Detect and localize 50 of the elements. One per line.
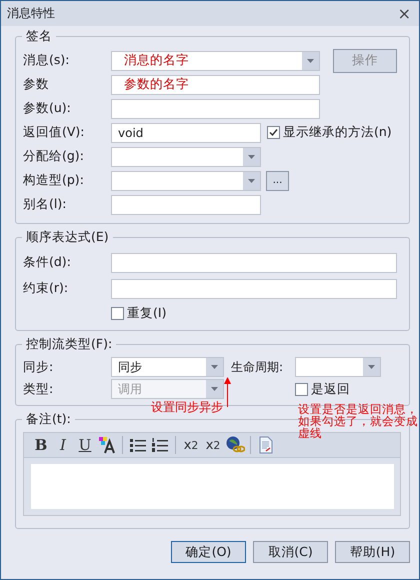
checkbox[interactable] — [295, 382, 308, 396]
bold-button[interactable]: B — [30, 434, 52, 456]
underline-button[interactable]: U — [74, 434, 96, 456]
dropdown-field[interactable] — [295, 357, 381, 377]
field-label: 分配给(g): — [23, 148, 85, 165]
field-label: 返回值(V): — [23, 124, 86, 141]
checkbox-label: 是返回 — [311, 380, 350, 398]
dialog-button[interactable]: 帮助(H) — [335, 541, 410, 563]
field-value: void — [118, 126, 144, 140]
field-label: 生命周期: — [231, 358, 284, 376]
input-field[interactable]: 参数的名字 — [111, 74, 320, 94]
field-label: 参数 — [23, 76, 50, 93]
field-label: 同步: — [23, 358, 54, 376]
dropdown-field[interactable] — [111, 170, 261, 190]
annotation-text: 设置是否是返回消息，如果勾选了，就会变成虚线 — [298, 403, 418, 440]
dialog-button[interactable]: 取消(C) — [253, 541, 328, 563]
group-title: 备注(t): — [22, 411, 75, 428]
dialog-button[interactable]: 确定(O) — [171, 541, 246, 563]
input-field[interactable] — [111, 194, 261, 214]
input-field[interactable] — [111, 278, 397, 298]
group-title: 顺序表达式(E) — [22, 229, 113, 246]
browse-button[interactable]: ... — [266, 170, 289, 190]
field-label: 条件(d): — [23, 254, 72, 271]
annotation-text: 参数的名字 — [123, 76, 189, 93]
italic-button[interactable]: I — [52, 434, 74, 456]
field-label: 类型: — [23, 380, 54, 398]
field-label: 参数(u): — [23, 100, 72, 117]
field-value: 调用 — [118, 380, 142, 398]
checkbox-label: 显示继承的方法(n) — [283, 124, 392, 141]
checkbox[interactable] — [267, 126, 280, 139]
group-title: 控制流类型(F): — [22, 336, 116, 353]
annotation-text: 消息的名字 — [123, 52, 189, 69]
annotation-text: 设置同步异步 — [151, 401, 223, 414]
annotation-arrow — [224, 377, 231, 407]
input-field[interactable] — [111, 98, 320, 118]
field-label: 消息(s): — [23, 52, 70, 69]
checkbox[interactable] — [111, 306, 124, 320]
window-title: 消息特性 — [7, 5, 55, 22]
field-label: 约束(r): — [23, 280, 70, 297]
font-color-icon[interactable] — [96, 434, 118, 456]
field-label: 别名(l): — [23, 196, 68, 213]
field-value: 同步 — [118, 358, 142, 376]
checkbox-label: 重复(I) — [127, 304, 166, 322]
field-label: 构造型(p): — [23, 172, 85, 189]
input-field[interactable] — [111, 252, 397, 272]
close-button[interactable]: × — [398, 6, 411, 22]
input-field[interactable]: void — [111, 122, 261, 142]
dropdown-field[interactable]: 消息的名字 — [111, 50, 320, 70]
dropdown-field[interactable] — [111, 146, 261, 166]
dropdown-field[interactable]: 同步 — [111, 357, 224, 377]
